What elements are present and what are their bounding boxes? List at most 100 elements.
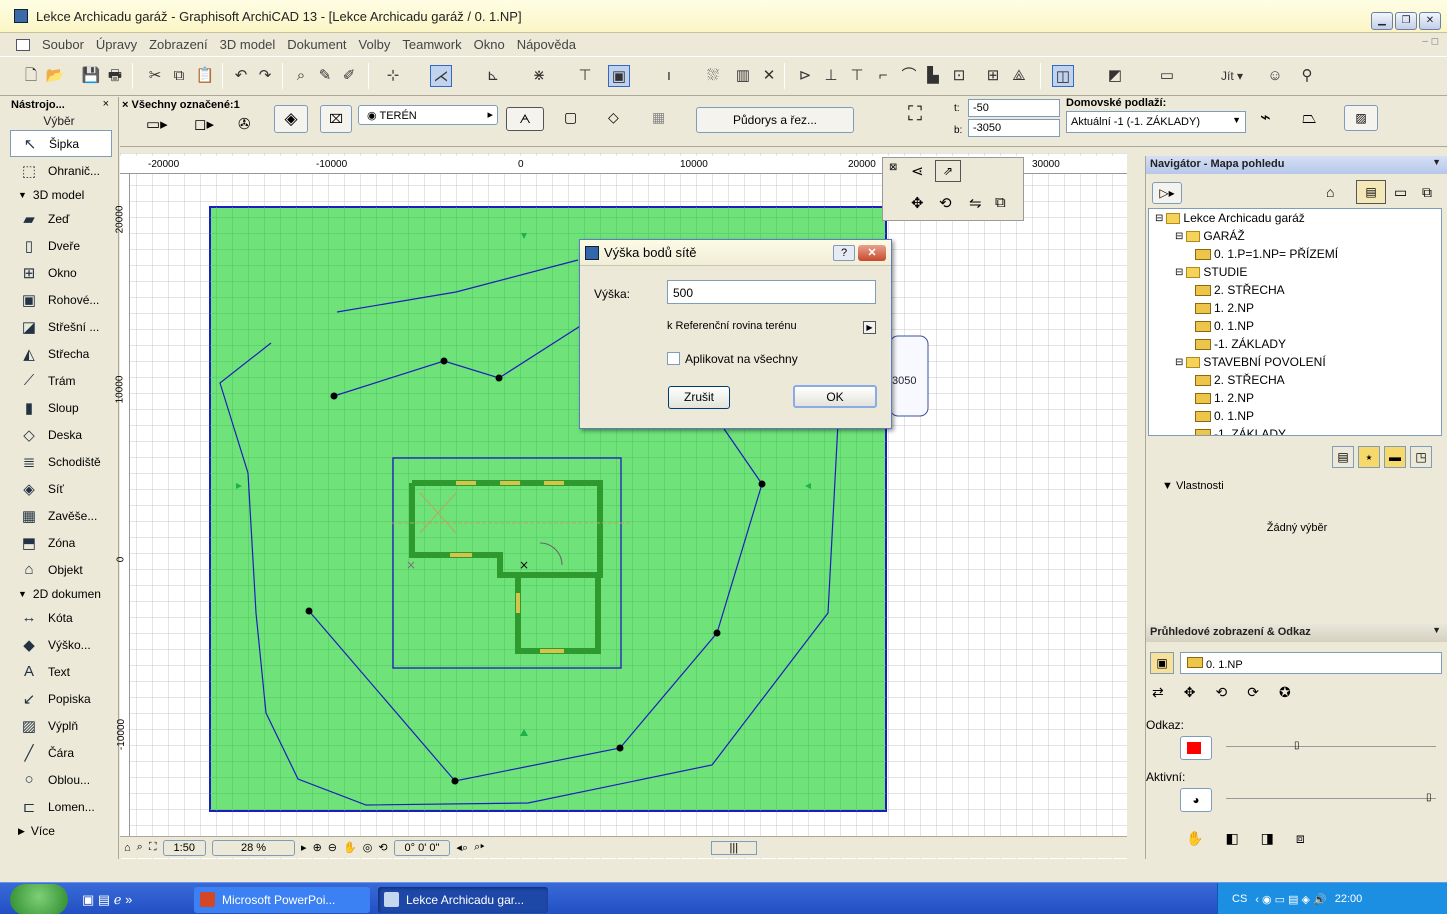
tool-arrow[interactable]: ↖ Šipka <box>10 130 112 157</box>
tool-oblou[interactable]: ○ Oblou... <box>0 766 118 793</box>
tool-s[interactable]: ◈ Síť <box>0 475 118 502</box>
layers-icon[interactable]: ◧ <box>1225 830 1238 847</box>
tool--ra[interactable]: ╱ Čára <box>0 739 118 766</box>
tool-schodi-t[interactable]: ≣ Schodiště <box>0 448 118 475</box>
person-icon[interactable]: ⚲ <box>1296 65 1318 87</box>
quick-launch-icons[interactable]: ▣ ▤ ℯ » <box>82 892 132 908</box>
mesh-surface-icon[interactable]: ⏢ <box>1302 107 1316 128</box>
zoom-field[interactable]: 28 % <box>211 839 296 856</box>
mdi-controls[interactable]: – ◻ <box>1422 36 1439 47</box>
pick-up-icon[interactable]: ✎ <box>314 65 336 87</box>
favorite-icon[interactable]: ✇ <box>238 115 251 133</box>
collapse-toggle-icon[interactable]: ⊟ <box>1175 357 1183 368</box>
project-map-icon[interactable]: ⌂ <box>1326 184 1334 200</box>
next-zoom-icon[interactable]: ⌕▸ <box>474 841 484 854</box>
snap-guide-icon[interactable]: ⋌ <box>430 65 452 87</box>
tree-node[interactable]: 1. 2.NP <box>1149 389 1441 407</box>
home-view-icon[interactable]: ⌂ <box>124 842 131 854</box>
reference-slider[interactable] <box>1226 746 1436 747</box>
cut-icon[interactable]: ✂ <box>144 65 166 87</box>
fit-icon[interactable]: ◎ <box>363 841 373 854</box>
rotate-icon[interactable]: ⟲ <box>939 194 952 212</box>
tree-node[interactable]: 0. 1.NP <box>1149 317 1441 335</box>
menu-soubor[interactable]: Soubor <box>36 37 90 52</box>
grid-snap-icon[interactable]: ⊾ <box>482 65 504 87</box>
palette-close-icon[interactable]: ⊠ <box>889 162 897 173</box>
dialog-close-button[interactable]: ✕ <box>858 245 886 261</box>
tool-ze[interactable]: ▰ Zeď <box>0 205 118 232</box>
tree-node[interactable]: ⊟ GARÁŽ <box>1149 227 1441 245</box>
fit-window-icon[interactable]: ⛶ <box>149 841 157 854</box>
show-plan-icon[interactable]: ◫ <box>1052 65 1074 87</box>
gravity-icon[interactable]: ⊹ <box>382 65 404 87</box>
compare-icon[interactable]: ◨ <box>1261 830 1274 847</box>
layer-visibility-button[interactable]: ⌧ <box>320 105 352 133</box>
mesh-settings-button[interactable]: ◈ <box>274 105 308 133</box>
go-to-menu[interactable]: Jít ▾ <box>1218 65 1246 87</box>
explode-icon[interactable]: ⊡ <box>948 65 970 87</box>
fillet-icon[interactable]: ⌒ <box>898 65 920 87</box>
tray-icons[interactable]: ‹ ◉ ▭ ▤ ◈ 🔊 <box>1255 893 1326 906</box>
section-icon[interactable]: ▥ <box>732 65 754 87</box>
navigator-popup-icon[interactable]: ▷▸ <box>1152 182 1182 204</box>
taskbar-powerpoint[interactable]: Microsoft PowerPoi... <box>194 887 370 913</box>
tool-lomen[interactable]: ⊏ Lomen... <box>0 793 118 820</box>
intersect-icon[interactable]: ⌐ <box>872 65 894 87</box>
element-info-icon[interactable]: ı <box>658 65 680 87</box>
move-icon[interactable]: ✥ <box>911 194 924 212</box>
construction-grid-icon[interactable]: ⋇ <box>528 65 550 87</box>
offset-all-icon[interactable]: ⧉ <box>995 194 1006 211</box>
close-window-button[interactable]: ✕ <box>1419 12 1441 30</box>
toolbox-close-icon[interactable]: × <box>103 98 109 110</box>
geometry-method-icon[interactable]: ▭▸ <box>146 115 168 133</box>
apply-all-checkbox[interactable] <box>667 352 680 365</box>
tool-k-ta[interactable]: ↔ Kóta <box>0 604 118 631</box>
tool-rohov[interactable]: ▣ Rohové... <box>0 286 118 313</box>
overlay-icon[interactable]: ⧈ <box>1296 830 1305 847</box>
tool-deska[interactable]: ◇ Deska <box>0 421 118 448</box>
maximize-button[interactable]: ❐ <box>1395 12 1417 30</box>
prev-zoom-icon[interactable]: ◂⌕ <box>456 841 468 855</box>
taskbar-archicad[interactable]: Lekce Archicadu gar... <box>378 887 548 913</box>
start-button[interactable] <box>10 884 68 914</box>
polygon-method-icon[interactable]: ᗅ <box>506 107 544 131</box>
trim-icon[interactable]: ⊤ <box>846 65 868 87</box>
panel-menu-icon[interactable]: ▼ <box>1432 157 1441 167</box>
split-icon[interactable]: ⊳ <box>794 65 816 87</box>
zoom-window-icon[interactable]: ⌕ <box>137 841 143 854</box>
undo-icon[interactable]: ↶ <box>230 65 252 87</box>
section-more[interactable]: ▶ Více <box>0 822 118 840</box>
mirror-icon[interactable]: ⇋ <box>969 194 982 212</box>
tree-node[interactable]: -1. ZÁKLADY <box>1149 335 1441 353</box>
height-input[interactable]: 500 <box>667 280 876 304</box>
tool-marquee[interactable]: ⬚ Ohranič... <box>0 157 118 184</box>
trace-icon[interactable]: ⛆ <box>702 65 724 87</box>
reference-arrow-button[interactable]: ▶ <box>863 321 876 334</box>
save-icon[interactable]: 💾 <box>80 65 102 87</box>
info-close-icon[interactable]: × <box>122 99 128 111</box>
rectangle-method-icon[interactable]: ▢ <box>564 109 577 126</box>
new-folder-icon[interactable]: ▬ <box>1384 446 1406 468</box>
tree-node[interactable]: 2. STŘECHA <box>1149 281 1441 299</box>
tree-node[interactable]: -1. ZÁKLADY <box>1149 425 1441 435</box>
clone-icon[interactable]: ◳ <box>1410 446 1432 468</box>
elevate-icon[interactable]: ⇗ <box>935 160 961 182</box>
menu-dokument[interactable]: Dokument <box>281 37 352 52</box>
copy-icon[interactable]: ⧉ <box>168 65 190 87</box>
drag-icon[interactable]: ⋖ <box>911 162 924 180</box>
menu-3d-model[interactable]: 3D model <box>214 37 282 52</box>
tree-node[interactable]: ⊟ STAVEBNÍ POVOLENÍ <box>1149 353 1441 371</box>
trace-story-field[interactable]: 0. 1.NP <box>1180 652 1442 674</box>
document-icon[interactable] <box>16 38 30 51</box>
section-3d-model[interactable]: ▼ 3D model <box>0 184 118 205</box>
tree-action-icon[interactable]: ▤ <box>1332 446 1354 468</box>
offset-icon[interactable]: ▙ <box>922 65 944 87</box>
top-offset-field[interactable]: -50 <box>968 99 1060 117</box>
active-color-picker[interactable]: ◕ <box>1180 788 1212 812</box>
3d-view-icon[interactable]: ⟁ <box>1008 65 1030 87</box>
inject-icon[interactable]: ✐ <box>338 65 360 87</box>
tree-node[interactable]: 1. 2.NP <box>1149 299 1441 317</box>
new-view-icon[interactable]: ⭑ <box>1358 446 1380 468</box>
collapse-toggle-icon[interactable]: ⊟ <box>1175 231 1183 242</box>
tool-zav-e[interactable]: ▦ Zavěše... <box>0 502 118 529</box>
